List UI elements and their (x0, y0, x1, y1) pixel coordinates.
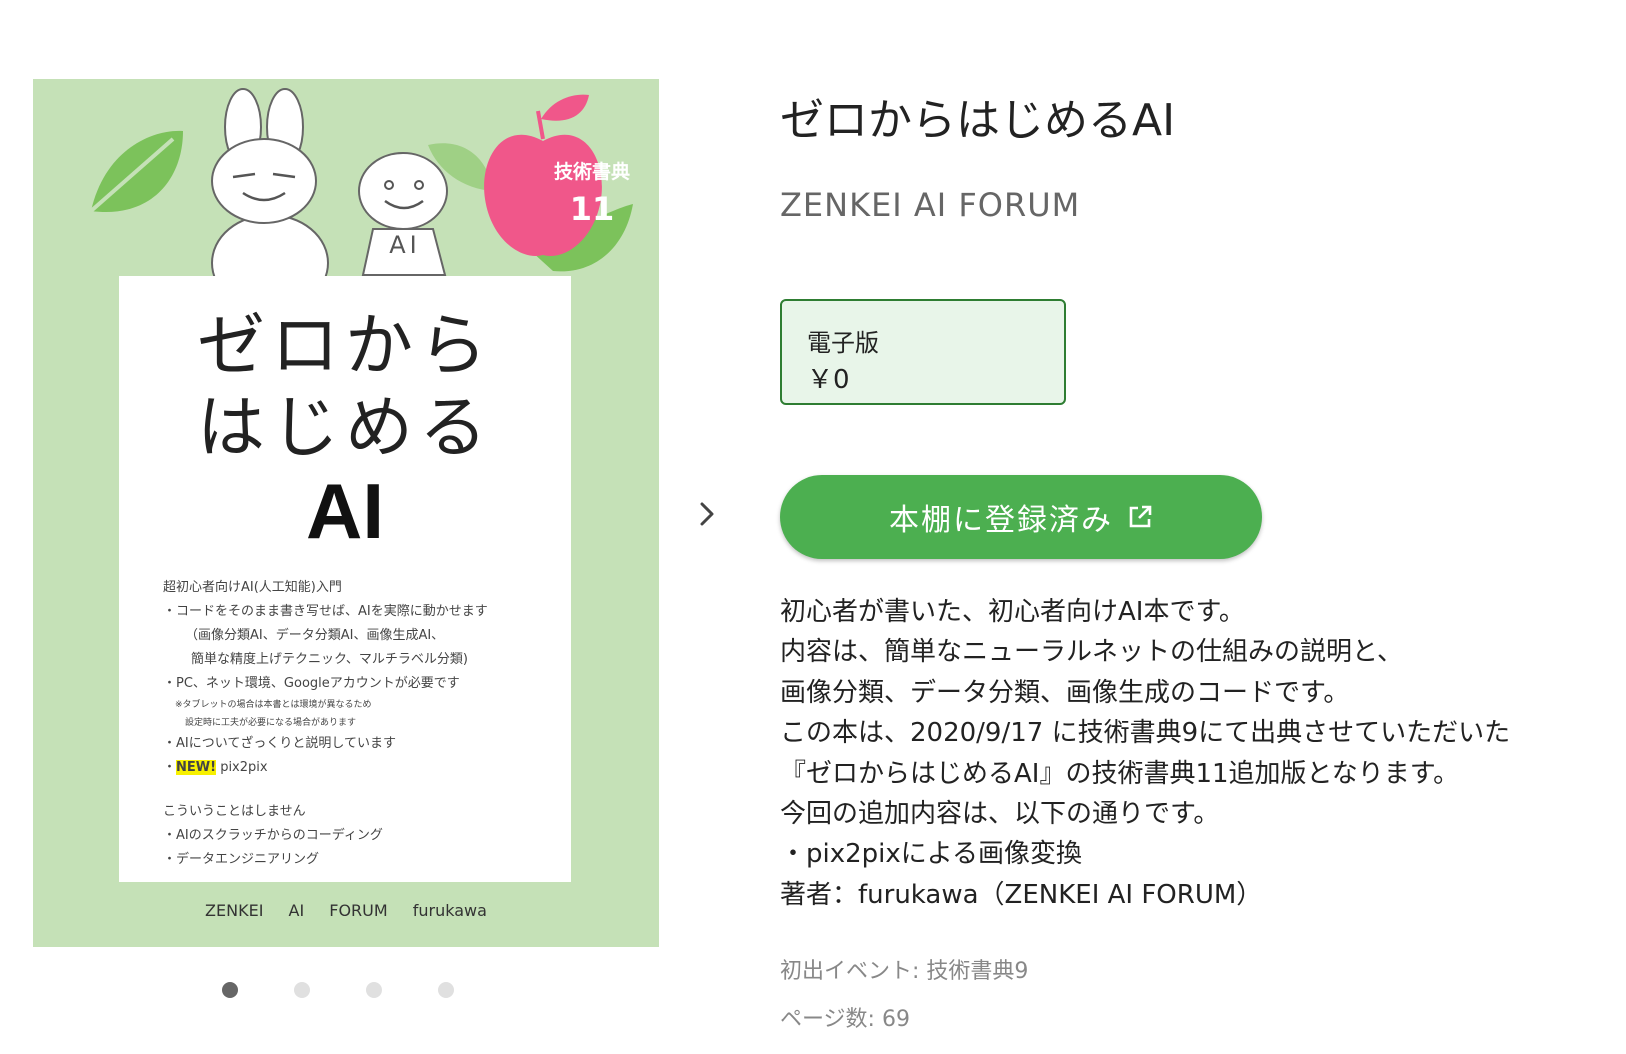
description-line: 内容は、簡単なニューラルネットの仕組みの説明と、 (780, 637, 1403, 668)
description-line: 『ゼロからはじめるAI』の技術書典11追加版となります。 (780, 758, 1460, 789)
badge-line2: 11 (569, 189, 615, 228)
format-label: 電子版 (807, 329, 879, 357)
cover-line: ・データエンジニアリング (163, 852, 320, 867)
badge-text: 技術書典 11 (527, 161, 657, 228)
chevron-right-icon[interactable] (696, 500, 720, 528)
cover-text-block: 超初心者向けAI(人工知能)入門 ・コードをそのまま書き写せば、AIを実際に動か… (163, 576, 563, 872)
cover-line: ・AIについてざっくりと説明しています (163, 736, 396, 751)
cover-panel: ゼロから はじめる AI 超初心者向けAI(人工知能)入門 ・コードをそのまま書… (119, 276, 571, 882)
book-description: 初心者が書いた、初心者向けAI本です。 内容は、簡単なニューラルネットの仕組みの… (780, 592, 1590, 915)
carousel-dot[interactable] (222, 982, 238, 998)
carousel-dot[interactable] (366, 982, 382, 998)
carousel-dot[interactable] (438, 982, 454, 998)
format-price: ￥0 (807, 365, 850, 395)
format-option-ebook[interactable]: 電子版 ￥0 (780, 299, 1066, 405)
external-link-icon (1129, 505, 1152, 528)
cover-line: 超初心者向けAI(人工知能)入門 (163, 580, 342, 595)
circle-name[interactable]: ZENKEI AI FORUM (780, 186, 1080, 224)
new-item: pix2pix (220, 760, 268, 775)
cover-line: ・コードをそのまま書き写せば、AIを実際に動かせます (163, 604, 488, 619)
description-line: 今回の追加内容は、以下の通りです。 (780, 799, 1220, 830)
cover-line: ・AIのスクラッチからのコーディング (163, 828, 383, 843)
cover-line: ※タブレットの場合は本書とは環境が異なるため (175, 700, 372, 710)
description-line: この本は、2020/9/17 に技術書典9にて出典させていただいた (780, 718, 1511, 749)
book-cover-image[interactable]: 技術書典 11 AI ゼロから はじめる AI 超初心者向けAI(人工知能)入門… (33, 79, 659, 947)
new-badge: NEW! (176, 760, 217, 775)
cover-line: 設定時に工夫が必要になる場合があります (185, 718, 357, 728)
cover-line: （画像分類AI、データ分類AI、画像生成AI、 (185, 628, 445, 643)
book-title: ゼロからはじめるAI (780, 95, 1176, 146)
description-line: 画像分類、データ分類、画像生成のコードです。 (780, 677, 1350, 708)
page-count: ページ数: 69 (780, 1007, 910, 1032)
cover-footer: ZENKEI AI FORUM furukawa (205, 901, 487, 920)
cover-title: ゼロから はじめる (119, 306, 571, 470)
description-line: 著者：furukawa（ZENKEI AI FORUM） (780, 879, 1263, 910)
cover-new-line: ・NEW! pix2pix (163, 760, 268, 775)
description-line: 初心者が書いた、初心者向けAI本です。 (780, 597, 1245, 627)
badge-line1: 技術書典 (553, 161, 630, 183)
bookshelf-button-label: 本棚に登録済み (889, 503, 1113, 538)
carousel-dot[interactable] (294, 982, 310, 998)
bookshelf-button[interactable]: 本棚に登録済み (780, 475, 1262, 559)
cover-not-heading: こういうことはしません (163, 804, 306, 819)
description-line: ・pix2pixによる画像変換 (780, 839, 1082, 870)
first-event: 初出イベント: 技術書典9 (780, 959, 1029, 984)
cover-line: ・PC、ネット環境、Googleアカウントが必要です (163, 676, 460, 691)
cover-title-line1: ゼロから (196, 307, 493, 386)
cover-title-line2: はじめる (196, 389, 493, 468)
cover-line: 簡単な精度上げテクニック、マルチラベル分類) (191, 652, 468, 667)
cover-title-line3: AI (306, 467, 384, 555)
robot-label: AI (389, 231, 421, 259)
